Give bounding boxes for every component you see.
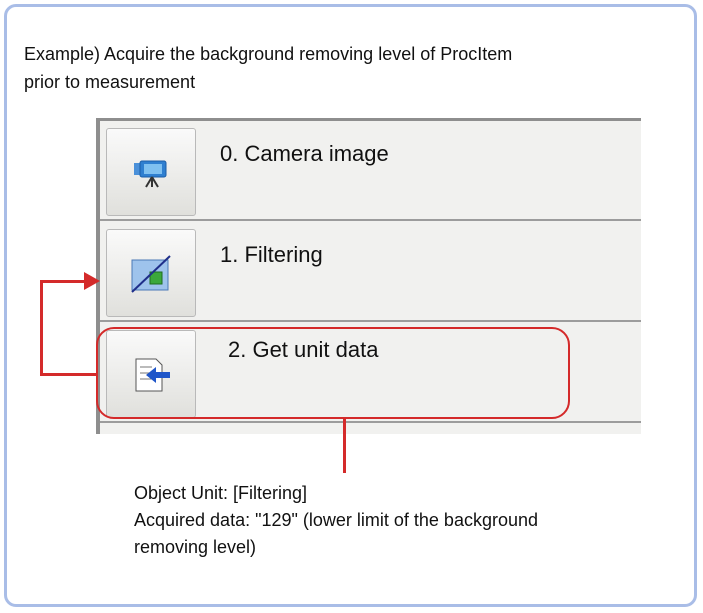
filter-icon-button[interactable] [106, 229, 196, 317]
reference-arrow-top [40, 280, 86, 283]
unit-row-camera-image[interactable]: 0. Camera image [100, 121, 641, 221]
acquired-data-note: Object Unit: [Filtering] Acquired data: … [134, 480, 674, 561]
unit-row-filtering[interactable]: 1. Filtering [100, 222, 641, 322]
unit-row-empty [100, 424, 641, 436]
reference-arrow-vertical [40, 280, 43, 376]
note-line-3: removing level) [134, 537, 257, 557]
camera-icon-button[interactable] [106, 128, 196, 216]
filter-icon [131, 255, 171, 293]
get-unit-data-highlight [96, 327, 570, 419]
callout-line [343, 419, 346, 473]
intro-line-1: Example) Acquire the background removing… [24, 44, 513, 64]
note-line-1: Object Unit: [Filtering] [134, 483, 308, 503]
example-description: Example) Acquire the background removing… [24, 40, 674, 96]
camera-icon [134, 160, 167, 188]
unit-label-camera-image: 0. Camera image [220, 141, 389, 166]
reference-arrow-head [84, 272, 100, 290]
note-line-2: Acquired data: "129" (lower limit of the… [134, 510, 538, 530]
intro-line-2: prior to measurement [24, 72, 196, 92]
reference-arrow-bottom [40, 373, 97, 376]
unit-label-filtering: 1. Filtering [220, 242, 323, 267]
